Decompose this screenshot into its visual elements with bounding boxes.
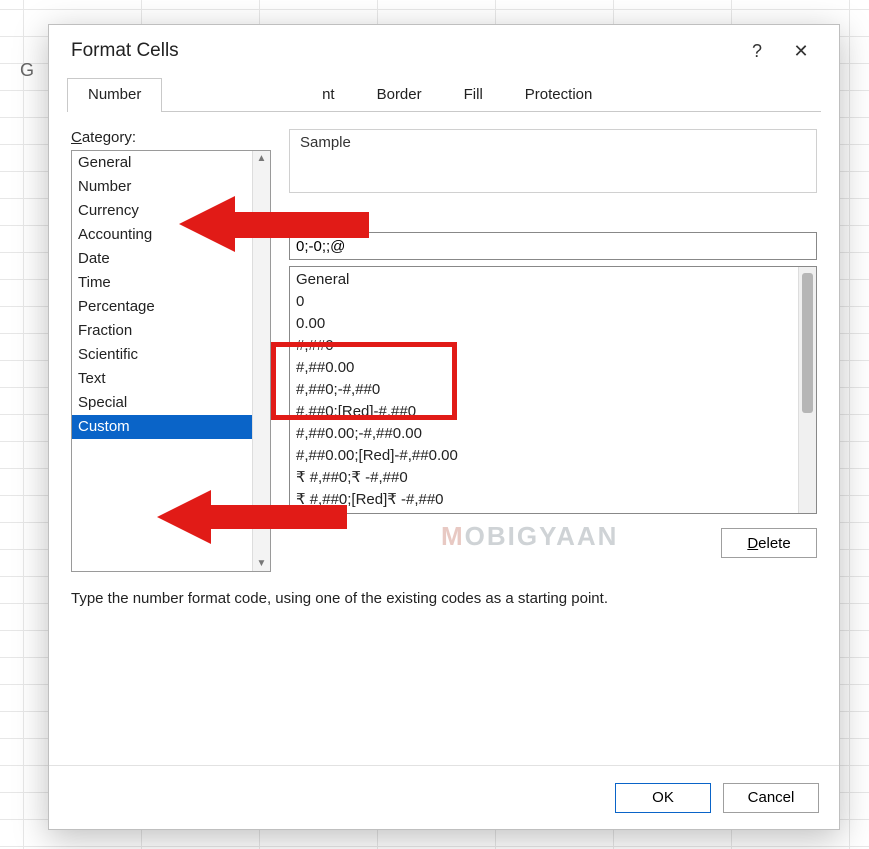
ok-button[interactable]: OK xyxy=(615,783,711,813)
category-item[interactable]: Date xyxy=(72,247,252,271)
dialog-title: Format Cells xyxy=(71,40,735,62)
category-item[interactable]: Percentage xyxy=(72,295,252,319)
category-label: Category: xyxy=(71,129,271,146)
column-header-letter: G xyxy=(20,60,34,81)
format-code-item[interactable]: #,##0;[Red]-#,##0 xyxy=(290,401,798,423)
sample-label: Sample xyxy=(300,134,351,151)
tab-border[interactable]: Border xyxy=(356,78,443,112)
category-item[interactable]: Currency xyxy=(72,199,252,223)
scroll-down-icon[interactable]: ▼ xyxy=(257,558,267,569)
category-item[interactable]: Fraction xyxy=(72,319,252,343)
category-item[interactable]: Time xyxy=(72,271,252,295)
dialog-body: Category: GeneralNumberCurrencyAccountin… xyxy=(49,111,839,765)
type-label: Type: xyxy=(289,211,817,228)
tab-fill[interactable]: Fill xyxy=(443,78,504,112)
tab-number[interactable]: Number xyxy=(67,78,162,112)
category-item[interactable]: Text xyxy=(72,367,252,391)
format-code-item[interactable]: #,##0.00;-#,##0.00 xyxy=(290,423,798,445)
tabstrip-underline xyxy=(67,111,821,112)
category-item[interactable]: Custom xyxy=(72,415,252,439)
category-item[interactable]: Number xyxy=(72,175,252,199)
format-code-item[interactable]: ₹ #,##0.00;₹ -#,##0.00 xyxy=(290,511,798,513)
format-code-item[interactable]: 0 xyxy=(290,291,798,313)
category-item[interactable]: Accounting xyxy=(72,223,252,247)
help-button[interactable]: ? xyxy=(735,31,779,71)
format-codes-listbox[interactable]: General00.00#,##0#,##0.00#,##0;-#,##0#,#… xyxy=(289,266,817,514)
format-code-item[interactable]: #,##0 xyxy=(290,335,798,357)
category-item[interactable]: General xyxy=(72,151,252,175)
tab-strip: Number Alignment Fontnt Border Fill Prot… xyxy=(49,77,839,111)
category-listbox[interactable]: GeneralNumberCurrencyAccountingDateTimeP… xyxy=(71,150,271,572)
category-item[interactable]: Scientific xyxy=(72,343,252,367)
hint-text: Type the number format code, using one o… xyxy=(71,590,817,607)
dialog-titlebar: Format Cells ? ✕ xyxy=(49,25,839,77)
dialog-footer: OK Cancel xyxy=(49,765,839,829)
category-item[interactable]: Special xyxy=(72,391,252,415)
close-button[interactable]: ✕ xyxy=(779,31,823,71)
format-code-item[interactable]: General xyxy=(290,269,798,291)
tab-protection[interactable]: Protection xyxy=(504,78,614,112)
tab-font[interactable]: Fontnt xyxy=(271,78,356,112)
format-code-item[interactable]: #,##0.00;[Red]-#,##0.00 xyxy=(290,445,798,467)
format-code-item[interactable]: #,##0;-#,##0 xyxy=(290,379,798,401)
scrollbar-thumb[interactable] xyxy=(802,273,813,413)
format-cells-dialog: Format Cells ? ✕ Number Alignment Fontnt… xyxy=(48,24,840,830)
delete-button[interactable]: Delete xyxy=(721,528,817,558)
sample-groupbox: Sample xyxy=(289,129,817,193)
category-scrollbar[interactable]: ▲ ▼ xyxy=(252,151,270,571)
format-code-item[interactable]: 0.00 xyxy=(290,313,798,335)
type-input[interactable] xyxy=(289,232,817,260)
format-code-item[interactable]: ₹ #,##0;[Red]₹ -#,##0 xyxy=(290,489,798,511)
format-code-item[interactable]: #,##0.00 xyxy=(290,357,798,379)
cancel-button[interactable]: Cancel xyxy=(723,783,819,813)
scroll-up-icon[interactable]: ▲ xyxy=(257,153,267,164)
format-scrollbar[interactable] xyxy=(798,267,816,513)
format-code-item[interactable]: ₹ #,##0;₹ -#,##0 xyxy=(290,467,798,489)
